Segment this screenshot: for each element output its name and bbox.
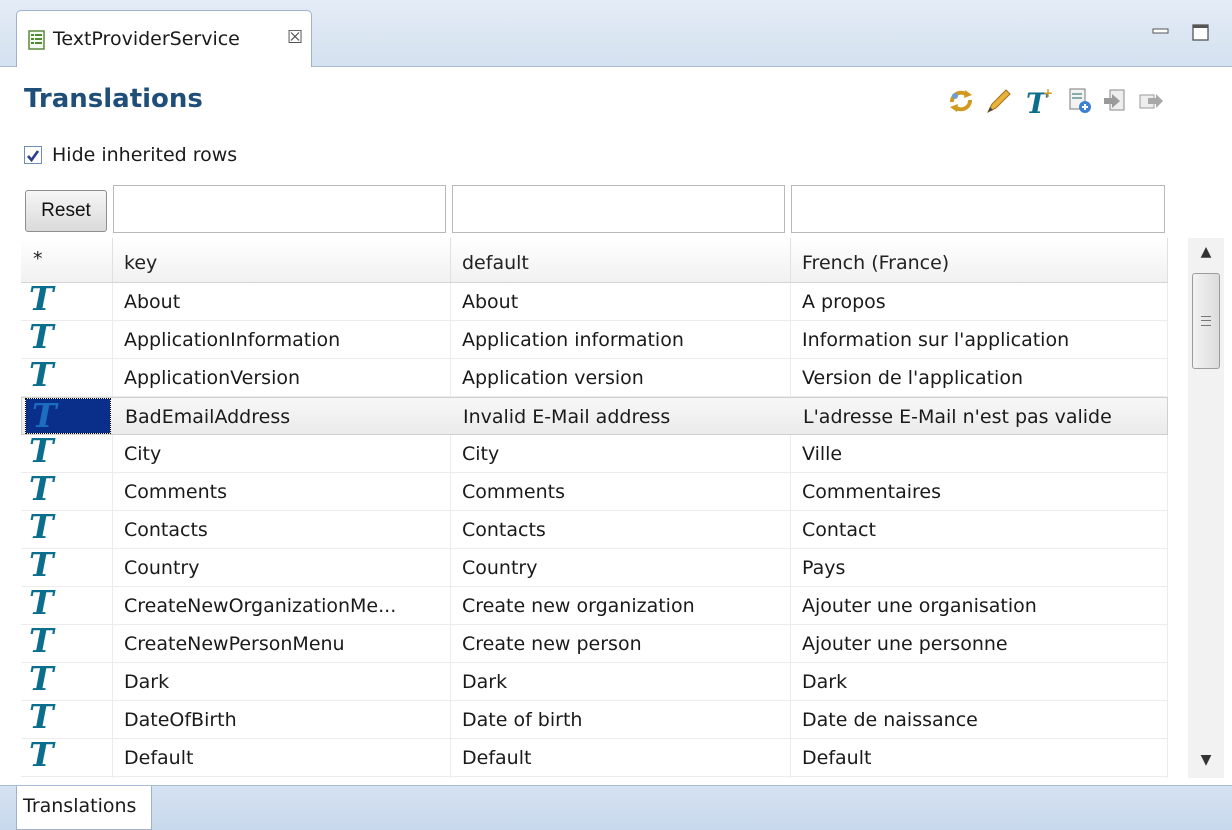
french-text-cell[interactable]: Pays [802, 557, 845, 579]
sync-icon[interactable] [946, 86, 976, 116]
edit-icon[interactable] [984, 86, 1014, 116]
text-entry-icon: T [29, 735, 54, 774]
table-row[interactable]: T CreateNewOrganizationMe... Create new or… [21, 583, 1168, 625]
table-row[interactable]: T Comments Comments Commentaires [21, 469, 1168, 511]
maximize-icon[interactable] [1190, 22, 1212, 44]
grip-icon [1201, 316, 1211, 326]
key-cell[interactable]: DateOfBirth [124, 709, 237, 731]
key-cell[interactable]: Default [124, 747, 193, 769]
french-text-cell[interactable]: Ajouter une organisation [802, 595, 1037, 617]
text-entry-icon: T [25, 398, 111, 434]
column-divider [1167, 238, 1168, 282]
key-filter-input[interactable] [113, 185, 446, 233]
column-header-marker[interactable]: * [33, 248, 43, 270]
key-cell[interactable]: Dark [124, 671, 169, 693]
key-cell[interactable]: Country [124, 557, 199, 579]
french-text-cell[interactable]: Dark [802, 671, 847, 693]
scroll-thumb[interactable] [1192, 273, 1220, 369]
default-text-cell[interactable]: Contacts [462, 519, 546, 541]
column-header-french[interactable]: French (France) [802, 252, 949, 274]
key-cell[interactable]: City [124, 443, 161, 465]
text-file-icon [28, 30, 45, 50]
table-header: * key default French (France) [21, 238, 1168, 283]
default-text-cell[interactable]: Date of birth [462, 709, 582, 731]
bottom-tab-bar: Translations [0, 785, 1232, 830]
vertical-scrollbar[interactable]: ▲ ▼ [1188, 238, 1224, 778]
new-file-icon[interactable] [1064, 86, 1094, 116]
default-text-cell[interactable]: Default [462, 747, 531, 769]
french-text-cell[interactable]: L'adresse E-Mail n'est pas valide [803, 406, 1112, 428]
hide-inherited-checkbox[interactable] [24, 146, 42, 164]
key-cell[interactable]: About [124, 291, 180, 313]
key-cell[interactable]: ApplicationVersion [124, 367, 300, 389]
table-row[interactable]: T Contacts Contacts Contact [21, 507, 1168, 549]
default-text-cell[interactable]: City [462, 443, 499, 465]
table-row[interactable]: T ApplicationInformation Application infor… [21, 317, 1168, 359]
default-text-cell[interactable]: Application information [462, 329, 684, 351]
close-icon[interactable]: ☒ [287, 27, 303, 48]
export-icon[interactable] [1136, 86, 1166, 116]
french-text-cell[interactable]: Version de l'application [802, 367, 1023, 389]
key-cell[interactable]: BadEmailAddress [125, 406, 290, 428]
table-row[interactable]: T BadEmailAddress Invalid E-Mail address L'… [21, 397, 1168, 435]
key-cell[interactable]: CreateNewPersonMenu [124, 633, 345, 655]
french-text-cell[interactable]: Date de naissance [802, 709, 978, 731]
add-text-icon[interactable]: T + [1024, 86, 1054, 116]
column-header-default[interactable]: default [462, 252, 529, 274]
page-title: Translations [24, 84, 203, 114]
default-text-cell[interactable]: Create new organization [462, 595, 695, 617]
svg-text:+: + [1043, 86, 1053, 100]
table-row[interactable]: T DateOfBirth Date of birth Date de naissan… [21, 697, 1168, 739]
table-row[interactable]: T ApplicationVersion Application version Ve… [21, 355, 1168, 397]
translations-table: * key default French (France) T About Abou… [21, 238, 1168, 778]
table-row[interactable]: T Default Default Default [21, 735, 1168, 777]
table-row[interactable]: T City City Ville [21, 431, 1168, 473]
key-cell[interactable]: CreateNewOrganizationMe... [124, 595, 396, 617]
default-text-cell[interactable]: Country [462, 557, 537, 579]
hide-inherited-label: Hide inherited rows [52, 144, 238, 166]
key-cell[interactable]: Comments [124, 481, 227, 503]
editor-tab-title: TextProviderService [53, 28, 240, 50]
import-icon[interactable] [1100, 86, 1130, 116]
table-row[interactable]: T Country Country Pays [21, 545, 1168, 587]
column-divider[interactable] [450, 238, 451, 282]
french-text-cell[interactable]: Ajouter une personne [802, 633, 1008, 655]
minimize-icon[interactable] [1150, 22, 1172, 44]
french-text-cell[interactable]: Information sur l'application [802, 329, 1069, 351]
column-header-key[interactable]: key [124, 252, 157, 274]
checkmark-icon [27, 150, 40, 163]
column-divider[interactable] [112, 238, 113, 282]
scroll-up-arrow-icon[interactable]: ▲ [1188, 244, 1224, 264]
editor-tab-textproviderservice[interactable]: TextProviderService ☒ [16, 10, 312, 67]
tab-translations[interactable]: Translations [16, 786, 152, 830]
table-row[interactable]: T CreateNewPersonMenu Create new person Ajo… [21, 621, 1168, 663]
text-entry-icon: T [29, 355, 54, 394]
default-text-cell[interactable]: About [462, 291, 518, 313]
default-text-cell[interactable]: Dark [462, 671, 507, 693]
default-text-cell[interactable]: Create new person [462, 633, 642, 655]
key-cell[interactable]: ApplicationInformation [124, 329, 340, 351]
french-text-cell[interactable]: Contact [802, 519, 876, 541]
column-divider[interactable] [790, 238, 791, 282]
scroll-down-arrow-icon[interactable]: ▼ [1188, 752, 1224, 772]
french-filter-input[interactable] [791, 185, 1165, 233]
table-row[interactable]: T Dark Dark Dark [21, 659, 1168, 701]
reset-button[interactable]: Reset [25, 190, 107, 232]
french-text-cell[interactable]: A propos [802, 291, 886, 313]
editor-tab-bar: TextProviderService ☒ [0, 0, 1232, 67]
french-text-cell[interactable]: Default [802, 747, 871, 769]
default-text-cell[interactable]: Comments [462, 481, 565, 503]
french-text-cell[interactable]: Commentaires [802, 481, 941, 503]
french-text-cell[interactable]: Ville [802, 443, 842, 465]
default-text-cell[interactable]: Application version [462, 367, 644, 389]
key-cell[interactable]: Contacts [124, 519, 208, 541]
default-text-cell[interactable]: Invalid E-Mail address [463, 406, 670, 428]
default-filter-input[interactable] [452, 185, 785, 233]
table-row[interactable]: T About About A propos [21, 279, 1168, 321]
